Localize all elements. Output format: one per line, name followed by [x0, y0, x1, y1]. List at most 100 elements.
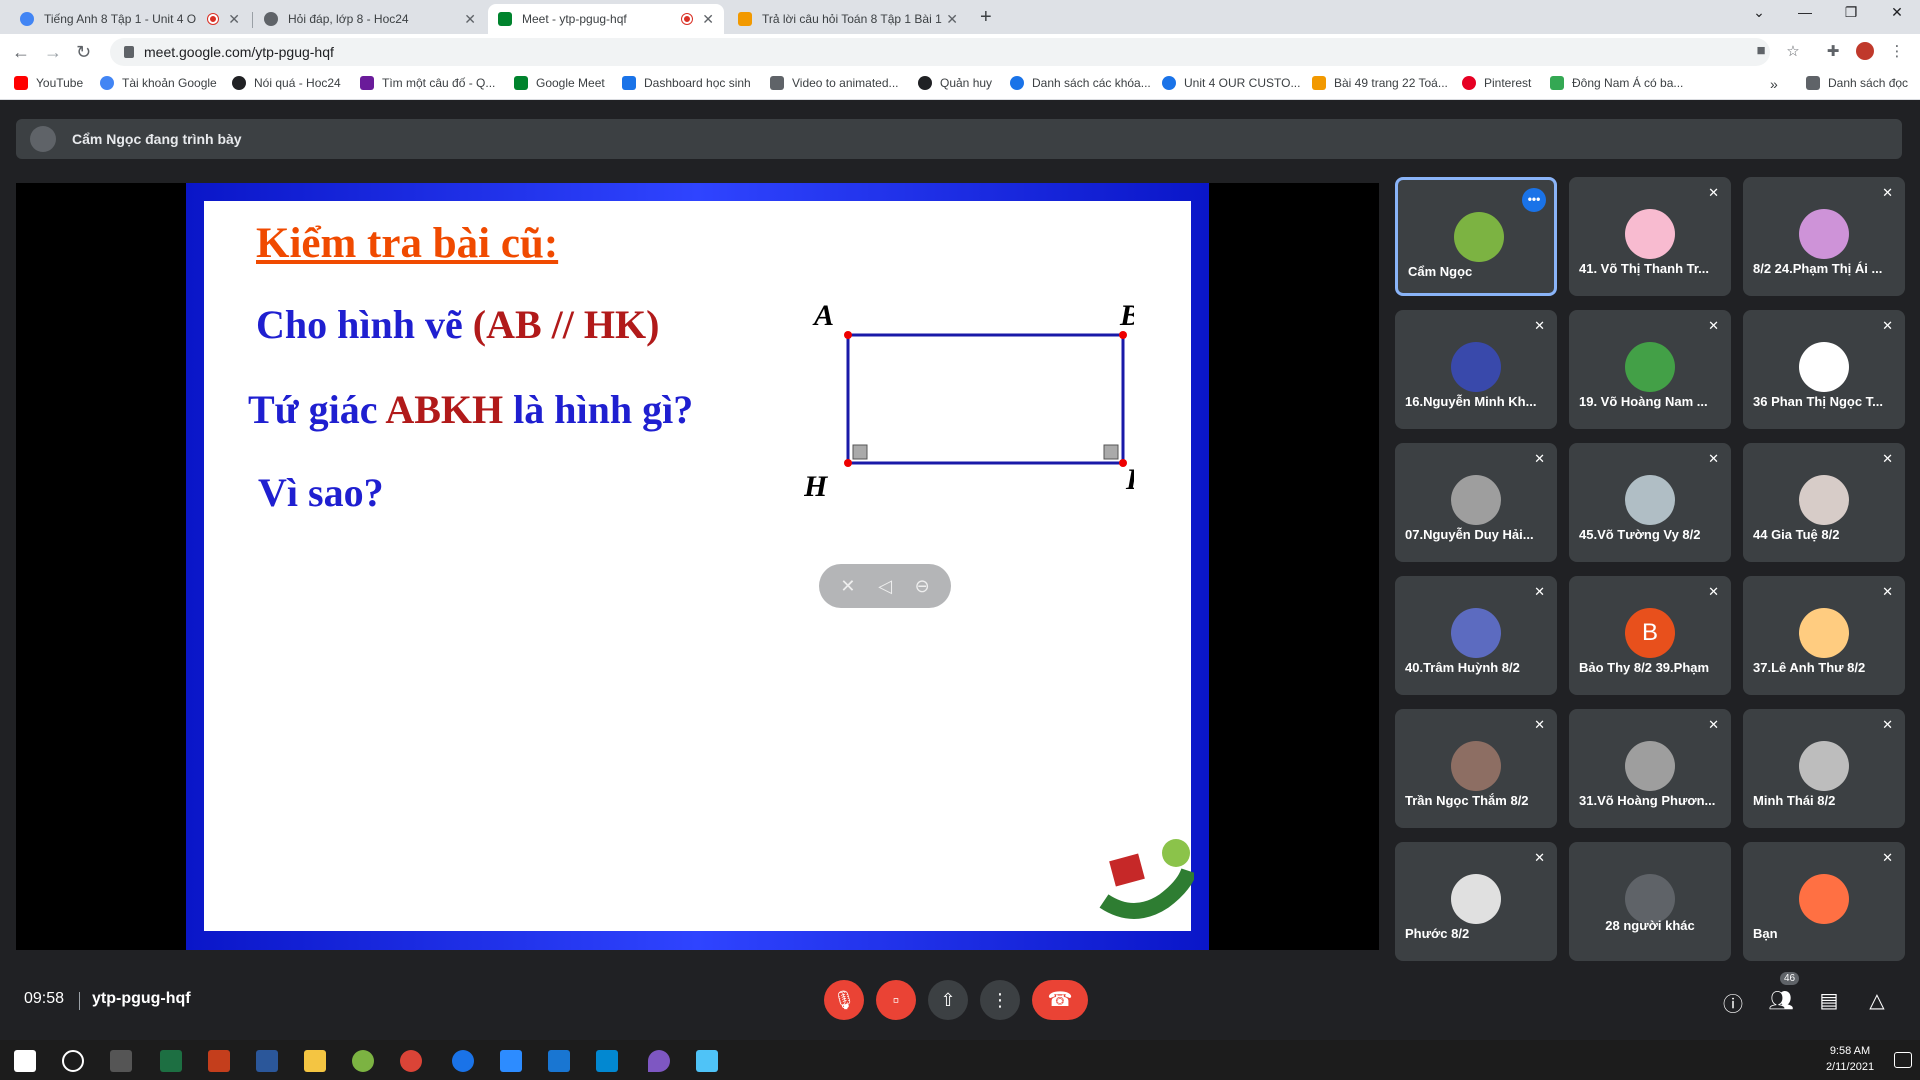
participant-tile[interactable]: 37.Lê Anh Thư 8/2 ✕ [1743, 576, 1905, 695]
star-icon[interactable]: ☆ [1784, 42, 1802, 60]
skype-icon[interactable] [596, 1050, 618, 1072]
task-view-icon[interactable] [110, 1050, 132, 1072]
presenter-label: Cẩm Ngọc đang trình bày [72, 131, 242, 147]
tab-hoi-dap[interactable]: Hỏi đáp, lớp 8 - Hoc24 ✕ [254, 4, 486, 34]
participant-tile[interactable]: 19. Võ Hoàng Nam ... ✕ [1569, 310, 1731, 429]
bookmark-pinterest[interactable]: Pinterest [1462, 76, 1531, 90]
camera-off-button[interactable]: ▫ [876, 980, 916, 1020]
app-icon[interactable] [352, 1050, 374, 1072]
meeting-details-icon[interactable]: ⓘ [1720, 988, 1746, 1017]
close-tab-icon[interactable]: ✕ [464, 11, 476, 28]
bookmarks-overflow-button[interactable]: » [1770, 76, 1778, 92]
participant-tile[interactable]: 28 người khác [1569, 842, 1731, 961]
search-icon[interactable] [62, 1050, 84, 1072]
minimize-button[interactable]: — [1782, 4, 1828, 20]
forward-arrow-icon[interactable]: → [44, 42, 62, 63]
slide-line-3: Vì sao? [258, 470, 384, 515]
meeting-clock: 09:58 [24, 990, 65, 1007]
word-icon[interactable] [256, 1050, 278, 1072]
line2-prefix: Tứ giác [248, 387, 386, 432]
pinterest-icon [1462, 76, 1476, 90]
participant-tile[interactable]: Phước 8/2 ✕ [1395, 842, 1557, 961]
bookmark-unit4[interactable]: Unit 4 OUR CUSTO... [1162, 76, 1300, 90]
bookmark-google-account[interactable]: Tài khoản Google [100, 76, 217, 90]
people-icon[interactable]: 👥︎ [1768, 988, 1794, 1013]
bookmark-video-animated[interactable]: Video to animated... [770, 76, 899, 90]
teams-icon[interactable] [548, 1050, 570, 1072]
tab-meet[interactable]: Meet - ytp-pgug-hqf ✕ [488, 4, 724, 34]
participant-tile[interactable]: 31.Võ Hoàng Phươn... ✕ [1569, 709, 1731, 828]
present-now-button[interactable]: ⇧ [928, 980, 968, 1020]
bookmark-bai49[interactable]: Bài 49 trang 22 Toá... [1312, 76, 1448, 90]
participant-tile[interactable]: Bạn ✕ [1743, 842, 1905, 961]
system-clock[interactable]: 9:58 AM 2/11/2021 [1820, 1043, 1880, 1075]
slide: Kiểm tra bài cũ: Cho hình vẽ (AB // HK) … [204, 201, 1194, 931]
line2-highlight: ABKH [385, 387, 504, 432]
bookmark-dong-nam-a[interactable]: Đông Nam Á có ba... [1550, 76, 1683, 90]
bookmark-quizizz[interactable]: Tìm một câu đố - Q... [360, 76, 495, 90]
bookmark-youtube[interactable]: YouTube [14, 76, 83, 90]
file-explorer-icon[interactable] [304, 1050, 326, 1072]
participant-tile[interactable]: Minh Thái 8/2 ✕ [1743, 709, 1905, 828]
participant-tile[interactable]: Cẩm Ngọc ••• [1395, 177, 1557, 296]
close-window-button[interactable]: ✕ [1874, 4, 1920, 21]
bookmark-quan-huy[interactable]: Quản huy [918, 76, 992, 90]
paint-icon[interactable] [648, 1050, 670, 1072]
tab-tra-loi[interactable]: Trả lời câu hỏi Toán 8 Tập 1 Bài 1 ✕ [728, 4, 968, 34]
reading-list-button[interactable]: Danh sách đọc [1806, 76, 1908, 90]
participant-tile[interactable]: 16.Nguyễn Minh Kh... ✕ [1395, 310, 1557, 429]
participant-name: 40.Trâm Huỳnh 8/2 [1405, 660, 1520, 675]
participant-tile[interactable]: Trần Ngọc Thắm 8/2 ✕ [1395, 709, 1557, 828]
more-options-icon[interactable]: ••• [1522, 188, 1546, 212]
tab-search-icon[interactable]: ⌄ [1736, 4, 1782, 21]
close-tab-icon[interactable]: ✕ [946, 11, 958, 28]
participant-tile[interactable]: 45.Võ Tường Vy 8/2 ✕ [1569, 443, 1731, 562]
address-bar[interactable]: meet.google.com/ytp-pgug-hqf [110, 38, 1770, 66]
pin-off-icon[interactable]: ✕ [840, 576, 855, 597]
bookmark-hoc24[interactable]: Nói quá - Hoc24 [232, 76, 341, 90]
participant-tile[interactable]: 40.Trâm Huỳnh 8/2 ✕ [1395, 576, 1557, 695]
participant-tile[interactable]: 44 Gia Tuệ 8/2 ✕ [1743, 443, 1905, 562]
more-options-button[interactable]: ⋮ [980, 980, 1020, 1020]
windows-start-icon[interactable] [14, 1050, 36, 1072]
zalo-icon[interactable] [452, 1050, 474, 1072]
activities-icon[interactable]: △ [1864, 988, 1890, 1013]
hoc24-icon [232, 76, 246, 90]
lock-icon [124, 46, 134, 58]
participant-tile[interactable]: 36 Phan Thị Ngọc T... ✕ [1743, 310, 1905, 429]
participant-tile[interactable]: 41. Võ Thị Thanh Tr... ✕ [1569, 177, 1731, 296]
powerpoint-icon[interactable] [208, 1050, 230, 1072]
participant-tile[interactable]: B Bảo Thy 8/2 39.Phạm ✕ [1569, 576, 1731, 695]
menu-icon[interactable]: ⋮ [1888, 42, 1906, 60]
participant-name: 28 người khác [1605, 918, 1695, 933]
excel-icon[interactable] [160, 1050, 182, 1072]
mic-muted-icon: ✕ [1534, 584, 1545, 599]
meet-favicon-icon [498, 12, 512, 26]
remove-icon[interactable]: ⊖ [915, 576, 930, 597]
microphone-off-button[interactable]: 🎙︎ [824, 980, 864, 1020]
chat-icon[interactable]: ▤ [1816, 988, 1842, 1013]
tab-tieng-anh[interactable]: Tiếng Anh 8 Tập 1 - Unit 4 O ✕ [10, 4, 250, 34]
notification-icon[interactable] [1894, 1052, 1912, 1068]
participant-tile[interactable]: 8/2 24.Phạm Thị Ái ... ✕ [1743, 177, 1905, 296]
restore-button[interactable]: ❐ [1828, 4, 1874, 21]
back-arrow-icon[interactable]: ← [12, 42, 30, 63]
extensions-icon[interactable]: ✚ [1824, 42, 1842, 60]
bookmark-danh-sach[interactable]: Danh sách các khóa... [1010, 76, 1151, 90]
camera-icon[interactable]: ■ [1752, 42, 1770, 60]
close-tab-icon[interactable]: ✕ [228, 11, 240, 28]
leave-call-button[interactable]: ☎ [1032, 980, 1088, 1020]
mute-off-icon[interactable]: ◁ [878, 576, 892, 597]
chrome-icon[interactable] [400, 1050, 422, 1072]
participant-name: Bạn [1753, 926, 1778, 941]
photos-icon[interactable] [696, 1050, 718, 1072]
close-tab-icon[interactable]: ✕ [702, 11, 714, 28]
participant-tile[interactable]: 07.Nguyễn Duy Hải... ✕ [1395, 443, 1557, 562]
zoom-icon[interactable] [500, 1050, 522, 1072]
profile-avatar[interactable] [1856, 42, 1874, 60]
reload-icon[interactable]: ↻ [76, 42, 91, 63]
bookmark-google-meet[interactable]: Google Meet [514, 76, 605, 90]
bookmark-dashboard[interactable]: Dashboard học sinh [622, 76, 751, 90]
presentation-stage: Kiểm tra bài cũ: Cho hình vẽ (AB // HK) … [16, 183, 1379, 950]
new-tab-button[interactable]: + [980, 6, 992, 29]
